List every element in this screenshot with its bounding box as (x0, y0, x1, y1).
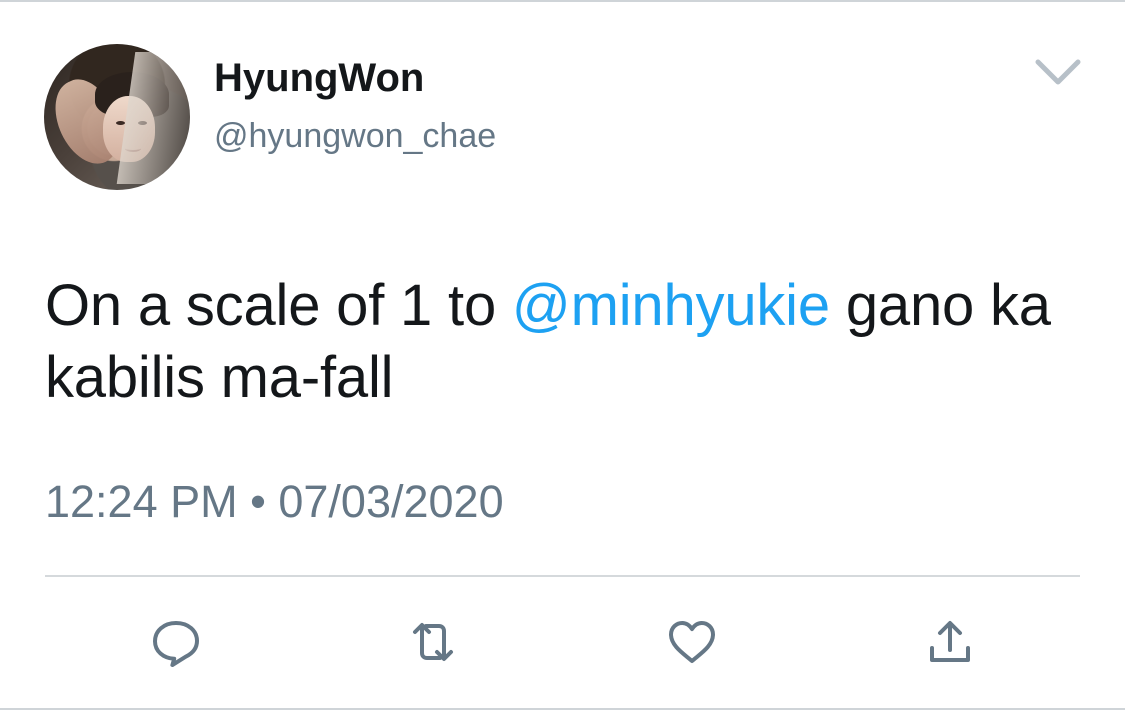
avatar-mouth (125, 145, 141, 152)
retweet-button[interactable] (405, 614, 461, 670)
display-name[interactable]: HyungWon (214, 54, 424, 102)
reply-button[interactable] (148, 614, 204, 670)
share-button[interactable] (922, 614, 978, 670)
tweet-text: On a scale of 1 to @minhyukie gano ka ka… (45, 270, 1085, 414)
reply-icon (153, 621, 199, 667)
share-icon (930, 621, 970, 662)
avatar-face (103, 96, 155, 162)
mention-link[interactable]: @minhyukie (512, 273, 830, 338)
user-handle[interactable]: @hyungwon_chae (214, 114, 496, 158)
retweet-icon (413, 623, 453, 661)
avatar-right-eye (138, 121, 147, 125)
chevron-down-icon[interactable] (1034, 54, 1082, 90)
tweet-text-before-mention: On a scale of 1 to (45, 273, 512, 338)
tweet-timestamp[interactable]: 12:24 PM • 07/03/2020 (45, 474, 504, 530)
like-button[interactable] (664, 614, 720, 670)
heart-icon (669, 621, 715, 663)
avatar[interactable] (44, 44, 190, 190)
avatar-left-eye (116, 121, 125, 125)
bottom-divider (0, 708, 1125, 710)
tweet-card: HyungWon @hyungwon_chae On a scale of 1 … (0, 0, 1125, 713)
actions-divider (45, 575, 1080, 577)
